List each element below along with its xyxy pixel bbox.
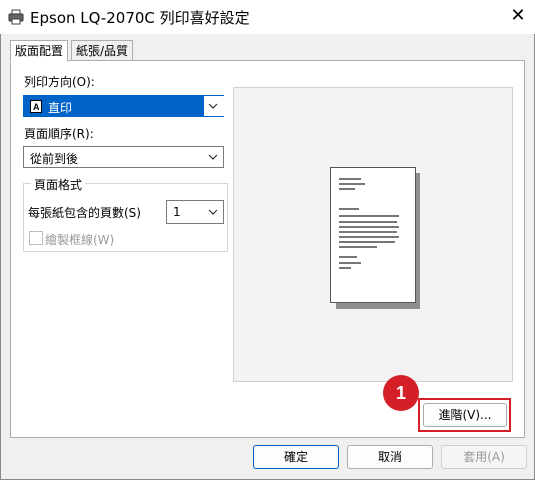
chevron-down-icon: [208, 103, 218, 109]
tab-layout[interactable]: 版面配置: [10, 40, 69, 62]
svg-text:A: A: [33, 102, 40, 112]
pages-per-sheet-value: 1: [173, 205, 181, 219]
ok-button[interactable]: 確定: [253, 445, 339, 469]
pages-per-sheet-select[interactable]: 1: [166, 200, 224, 224]
tab-paper-quality[interactable]: 紙張/品質: [71, 40, 134, 62]
page-order-value: 從前到後: [30, 152, 79, 166]
close-icon[interactable]: ✕: [506, 6, 530, 26]
orientation-value: 直印: [48, 101, 73, 115]
preview-paper-icon: [330, 167, 416, 303]
cancel-button[interactable]: 取消: [347, 445, 433, 469]
apply-button[interactable]: 套用(A): [441, 445, 527, 469]
portrait-page-icon: A: [30, 100, 42, 113]
orientation-select[interactable]: A 直印: [23, 95, 224, 117]
page-order-label: 頁面順序(R):: [24, 127, 94, 141]
page-format-title: 頁面格式: [31, 176, 86, 193]
pages-per-sheet-label: 每張紙包含的頁數(S): [28, 206, 141, 220]
orientation-label: 列印方向(O):: [24, 75, 95, 89]
draw-borders-checkbox[interactable]: [29, 231, 43, 245]
highlight-box: [418, 398, 511, 432]
page-order-select[interactable]: 從前到後: [23, 146, 224, 168]
step-number-badge: 1: [383, 375, 419, 411]
chevron-down-icon: [208, 209, 218, 215]
draw-borders-label: 繪製框線(W): [45, 233, 115, 247]
printer-icon: [8, 9, 24, 25]
window-title: Epson LQ-2070C 列印喜好設定: [30, 9, 250, 27]
chevron-down-icon: [208, 154, 218, 160]
